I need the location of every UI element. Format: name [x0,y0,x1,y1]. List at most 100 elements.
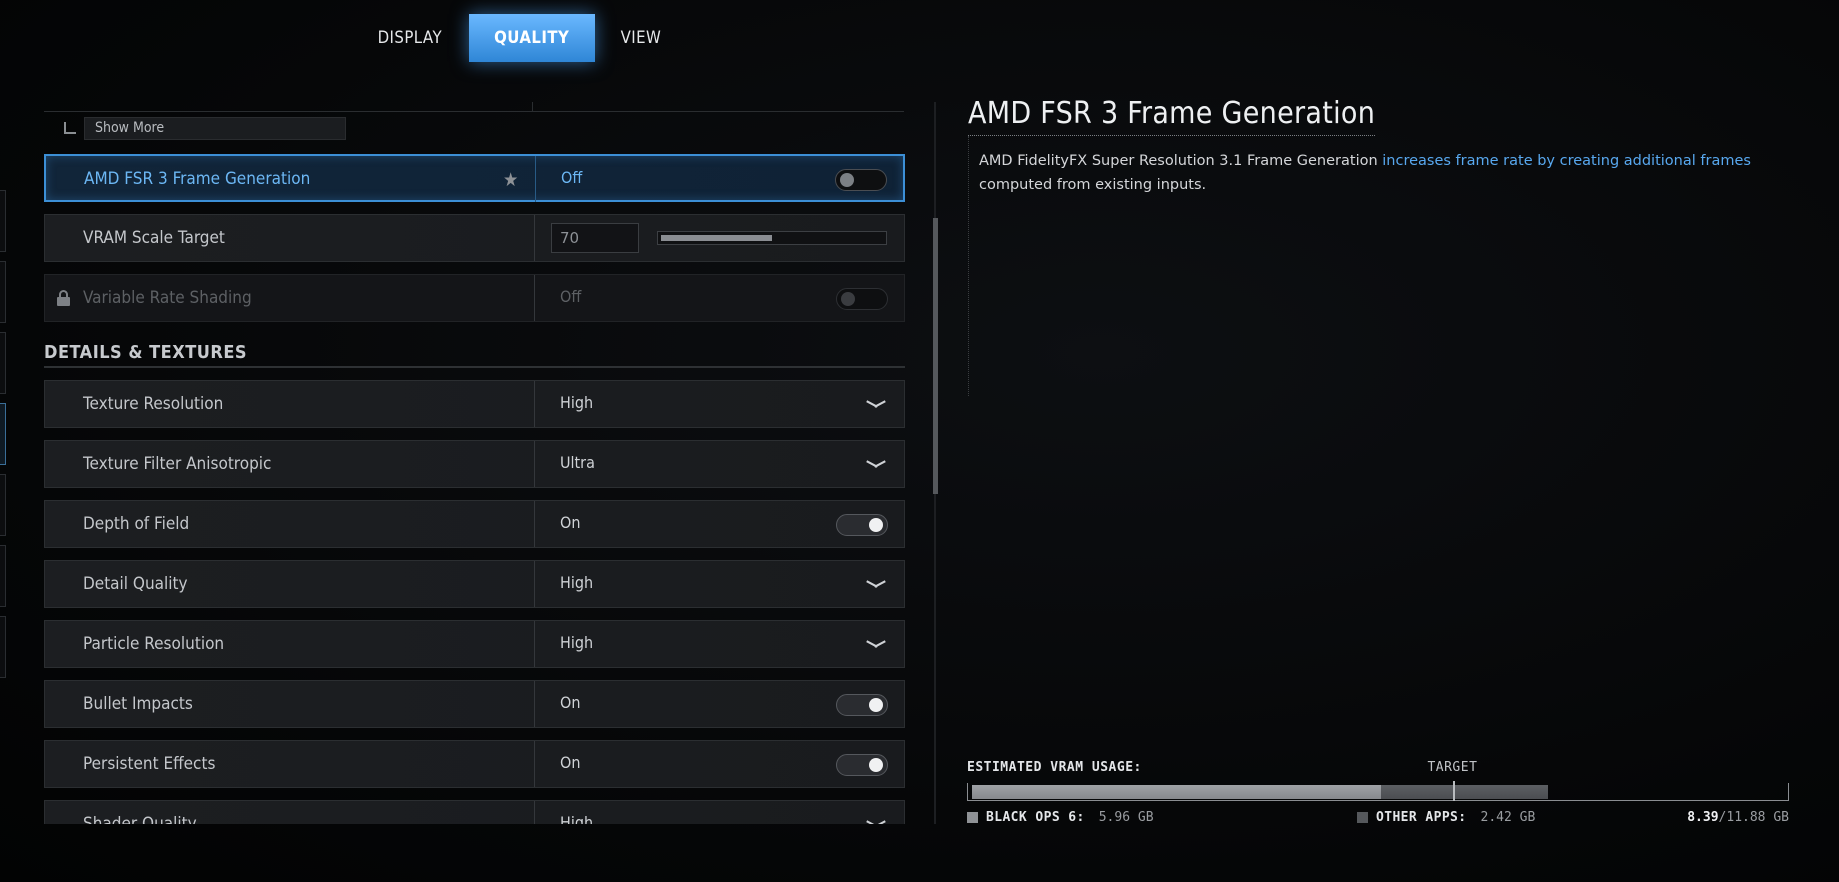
setting-value: On [560,753,581,772]
variable-rate-shading-toggle [836,288,888,310]
setting-row-particle-resolution[interactable]: Particle Resolution High [44,620,905,668]
category-rail-item[interactable] [0,474,6,536]
row-divider [534,741,535,787]
setting-value: High [560,573,594,592]
category-rail-item[interactable] [0,332,6,394]
row-divider [535,156,536,202]
setting-label: Texture Filter Anisotropic [83,454,272,474]
vram-legend: BLACK OPS 6: 5.96 GB OTHER APPS: 2.42 GB… [967,810,1791,828]
row-divider [534,681,535,727]
scrollbar-thumb[interactable] [933,218,938,494]
toggle-knob [840,173,854,187]
vram-bar [967,781,1789,801]
vram-usage: ESTIMATED VRAM USAGE: TARGET BLACK OPS 6… [967,760,1791,825]
setting-label: Bullet Impacts [83,694,193,714]
setting-label: Particle Resolution [83,634,225,654]
category-rail-item[interactable] [0,616,6,678]
chevron-down-icon[interactable] [866,394,886,414]
row-divider [534,621,535,667]
setting-label: Shader Quality [83,814,197,824]
vram-target-marker [1453,781,1456,801]
setting-row-shader-quality[interactable]: Shader Quality High [44,800,905,824]
favorite-star-icon[interactable]: ★ [503,169,518,191]
category-rail-item[interactable] [0,190,6,252]
info-description: AMD FidelityFX Super Resolution 3.1 Fram… [968,136,1788,396]
category-rail-item[interactable] [0,261,6,323]
legend-other: OTHER APPS: 2.42 GB [1357,810,1535,825]
chevron-down-icon[interactable] [866,454,886,474]
toggle-knob [869,698,883,712]
setting-row-depth-of-field[interactable]: Depth of Field On [44,500,905,548]
fsr-frame-generation-toggle[interactable] [835,169,887,191]
toggle-knob [841,292,855,306]
tab-view-label: VIEW [620,28,661,48]
setting-row-texture-resolution[interactable]: Texture Resolution High [44,380,905,428]
setting-value: High [560,633,594,652]
setting-value: High [560,813,594,824]
tab-quality[interactable]: QUALITY [469,14,595,62]
tree-corner-icon [64,122,76,134]
section-header-details-textures: DETAILS & TEXTURES [44,342,905,368]
legend-game-amount: 5.96 GB [1098,810,1154,825]
slider-fill [661,235,772,241]
setting-value: On [560,693,581,712]
setting-row-variable-rate-shading: Variable Rate Shading Off [44,274,905,322]
info-desc-text: AMD FidelityFX Super Resolution 3.1 Fram… [979,153,1383,169]
setting-row-bullet-impacts[interactable]: Bullet Impacts On [44,680,905,728]
chevron-down-icon[interactable] [866,634,886,654]
settings-tabs: DISPLAY QUALITY VIEW [360,14,689,62]
setting-row-detail-quality[interactable]: Detail Quality High [44,560,905,608]
info-desc-highlight: increases frame rate by creating additio… [1382,153,1751,169]
bullet-impacts-toggle[interactable] [836,694,888,716]
setting-label: VRAM Scale Target [83,228,225,248]
row-divider [534,801,535,824]
depth-of-field-toggle[interactable] [836,514,888,536]
setting-label: Variable Rate Shading [83,288,252,308]
legend-swatch [967,812,978,823]
setting-row-texture-filter-anisotropic[interactable]: Texture Filter Anisotropic Ultra [44,440,905,488]
vram-target-label: TARGET [1427,760,1478,775]
vram-total: 8.39/11.88 GB [1687,810,1789,825]
vram-bar-game-segment [972,785,1382,799]
legend-game: BLACK OPS 6: 5.96 GB [967,810,1154,825]
setting-value: Ultra [560,453,595,472]
tab-view[interactable]: VIEW [603,14,679,62]
setting-label: Texture Resolution [83,394,224,414]
setting-info-panel: AMD FSR 3 Frame Generation AMD FidelityF… [968,96,1788,396]
category-rail-item-active[interactable] [0,403,6,465]
setting-row-fsr-frame-generation[interactable]: AMD FSR 3 Frame Generation ★ Off [44,154,905,202]
row-divider [534,275,535,321]
info-title: AMD FSR 3 Frame Generation [968,96,1376,136]
persistent-effects-toggle[interactable] [836,754,888,776]
show-more-button[interactable]: Show More [84,117,346,140]
tab-quality-label: QUALITY [494,28,570,48]
chevron-down-icon[interactable] [866,574,886,594]
legend-other-name: OTHER APPS: [1376,810,1467,825]
vram-scale-input[interactable]: 70 [551,223,639,253]
legend-swatch [1357,812,1368,823]
settings-list: Show More AMD FSR 3 Frame Generation ★ O… [44,102,906,824]
legend-game-name: BLACK OPS 6: [986,810,1085,825]
vram-usage-label: ESTIMATED VRAM USAGE: [967,760,1142,775]
vram-scale-slider[interactable] [657,231,887,245]
tab-display[interactable]: DISPLAY [360,14,460,62]
vram-bar-other-segment [1381,785,1548,799]
setting-row-vram-scale-target[interactable]: VRAM Scale Target 70 [44,214,905,262]
category-rail [0,190,6,687]
category-rail-item[interactable] [0,545,6,607]
vram-total-used: 8.39 [1687,810,1719,825]
toggle-knob [869,758,883,772]
vram-total-capacity: /11.88 GB [1718,810,1789,825]
row-divider [534,381,535,427]
row-divider [534,501,535,547]
setting-value: High [560,393,594,412]
setting-label: Persistent Effects [83,754,216,774]
row-divider [534,561,535,607]
row-divider [534,441,535,487]
setting-label: Detail Quality [83,574,188,594]
setting-label: Depth of Field [83,514,190,534]
setting-row-persistent-effects[interactable]: Persistent Effects On [44,740,905,788]
setting-value: On [560,513,581,532]
lock-icon [57,290,70,306]
chevron-down-icon[interactable] [866,814,886,824]
